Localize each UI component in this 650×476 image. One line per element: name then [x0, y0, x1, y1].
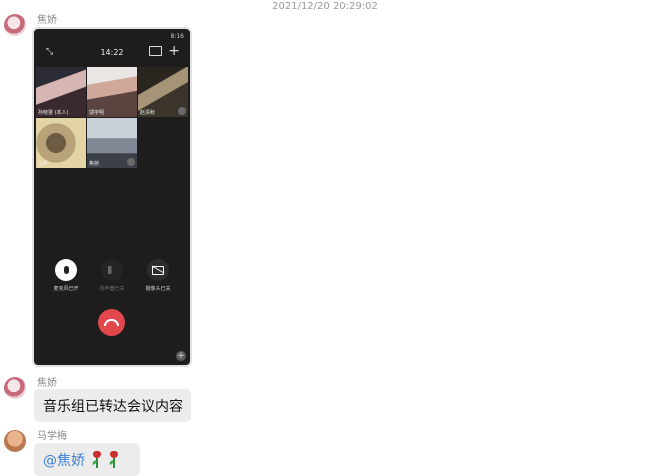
mention-link[interactable]: @焦娇 [43, 450, 85, 470]
mic-control: 麦克风已开 [46, 259, 86, 292]
participant-tile: 赵清秋 [138, 67, 188, 117]
participant-tile: 邬宇明 [87, 67, 137, 117]
add-icon: + [176, 351, 186, 361]
hang-up-icon [98, 309, 125, 336]
participant-name: 邬宇明 [89, 110, 105, 116]
mic-icon [127, 158, 135, 166]
avatar[interactable] [4, 430, 26, 452]
sender-name: 焦娇 [37, 15, 57, 26]
timestamp: 2021/12/20 20:29:02 [272, 1, 378, 12]
participant-tile: 马学 [36, 118, 86, 168]
avatar[interactable] [4, 377, 26, 399]
add-icon: + [168, 43, 180, 59]
speaker-muted-icon [101, 259, 123, 281]
avatar[interactable] [4, 14, 26, 36]
rose-icon [108, 450, 119, 469]
mic-label: 麦克风已开 [53, 286, 79, 292]
camera-label: 摄像头已关 [145, 286, 171, 292]
screen-share-icon [149, 46, 162, 56]
microphone-icon [55, 259, 77, 281]
participant-name: 焦娇 [89, 161, 100, 167]
message-bubble[interactable]: @焦娇 [34, 443, 140, 476]
mic-icon [178, 107, 186, 115]
speaker-control: 扬声器已关 [92, 259, 132, 292]
speaker-label: 扬声器已关 [99, 286, 125, 292]
status-bar: 8:16 [34, 29, 190, 43]
call-header: ⤡ 14:22 + [34, 43, 190, 65]
call-screenshot-image[interactable]: 8:16 ⤡ 14:22 + 孙晓雯 (本人) 邬宇明 赵清秋 马学 焦娇 麦克… [32, 27, 192, 367]
rose-icon [91, 450, 102, 469]
sender-name: 马学梅 [37, 431, 67, 442]
message-bubble[interactable]: 音乐组已转达会议内容 [34, 389, 191, 422]
participant-name: 孙晓雯 (本人) [38, 110, 69, 116]
participant-name: 赵清秋 [140, 110, 156, 116]
camera-control: 摄像头已关 [138, 259, 178, 292]
participant-name: 马学 [38, 161, 49, 167]
participant-tile: 孙晓雯 (本人) [36, 67, 86, 117]
status-time: 8:16 [170, 32, 184, 40]
message-text: 音乐组已转达会议内容 [43, 398, 183, 415]
call-timer: 14:22 [100, 48, 124, 57]
camera-off-icon [147, 259, 169, 281]
participant-tile: 焦娇 [87, 118, 137, 168]
